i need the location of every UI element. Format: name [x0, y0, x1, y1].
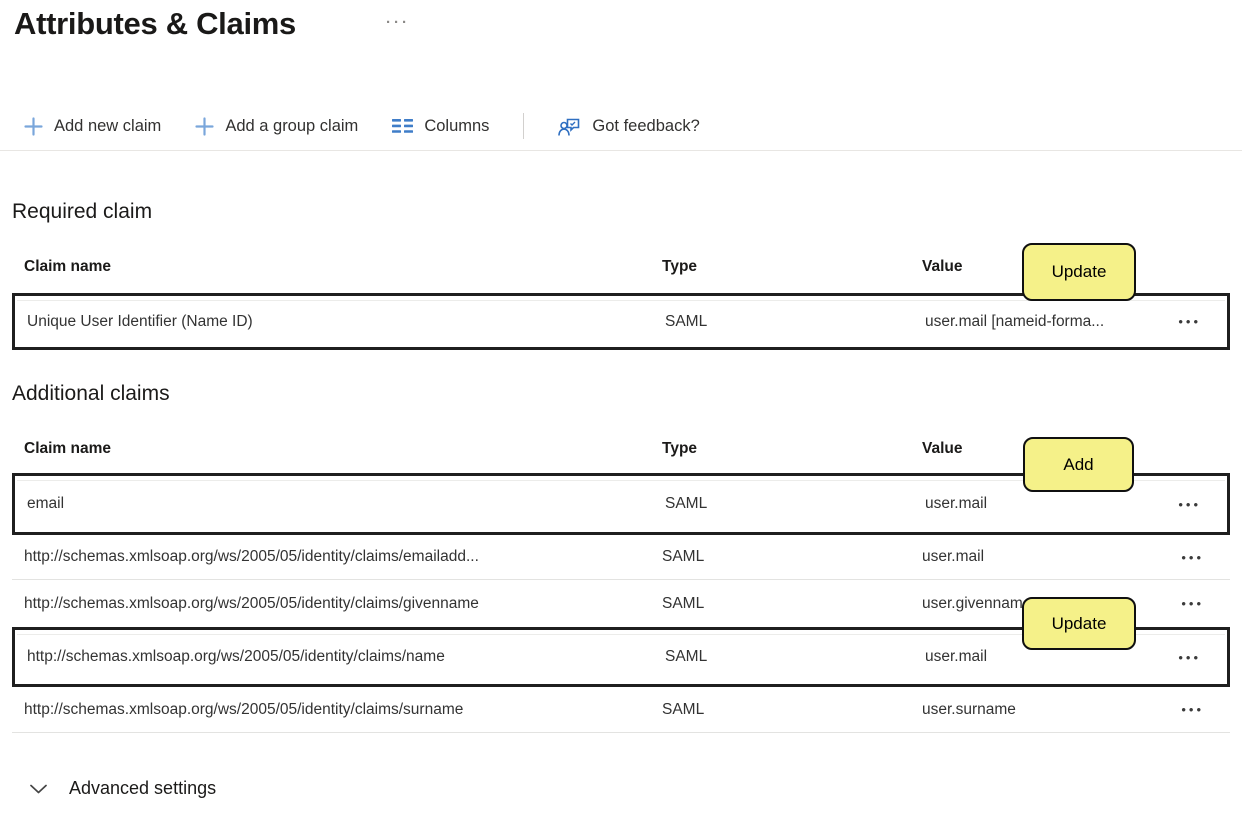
got-feedback-label: Got feedback?: [592, 116, 700, 135]
row-menu-icon[interactable]: •••: [1181, 550, 1230, 565]
add-group-claim-button[interactable]: Add a group claim: [195, 117, 358, 136]
claim-name-cell: Unique User Identifier (Name ID): [27, 312, 253, 330]
value-cell: user.surname: [922, 700, 1016, 718]
plus-icon: [195, 116, 214, 136]
claim-name-cell: http://schemas.xmlsoap.org/ws/2005/05/id…: [24, 548, 479, 565]
column-header-claim-name: Claim name: [24, 258, 112, 275]
attributes-claims-page: Attributes & Claims ··· Add new claim Ad…: [0, 0, 1242, 816]
advanced-settings-label: Advanced settings: [69, 778, 217, 798]
columns-label: Columns: [424, 116, 490, 135]
annotation-update-name-claim: Update: [1022, 597, 1136, 650]
toolbar-separator: [0, 150, 1242, 151]
annotation-update-required-claim: Update: [1022, 243, 1136, 301]
type-cell: SAML: [665, 312, 708, 330]
advanced-settings-toggle[interactable]: Advanced settings: [30, 778, 216, 799]
claim-name-cell: http://schemas.xmlsoap.org/ws/2005/05/id…: [24, 700, 464, 718]
add-group-claim-label: Add a group claim: [225, 116, 359, 135]
value-cell: user.mail: [922, 548, 985, 565]
row-menu-icon[interactable]: •••: [1178, 497, 1227, 512]
feedback-icon: [558, 116, 581, 137]
table-row-surname[interactable]: http://schemas.xmlsoap.org/ws/2005/05/id…: [12, 687, 1230, 733]
columns-icon: [392, 118, 414, 134]
value-cell: user.mail: [925, 495, 988, 512]
columns-button[interactable]: Columns: [392, 117, 489, 136]
row-menu-icon[interactable]: •••: [1178, 650, 1227, 665]
claim-name-cell: http://schemas.xmlsoap.org/ws/2005/05/id…: [27, 648, 445, 665]
row-menu-icon[interactable]: •••: [1181, 702, 1230, 717]
claim-name-cell: email: [27, 495, 65, 512]
toolbar: Add new claim Add a group claim Columns: [24, 104, 700, 148]
chevron-down-icon: [30, 784, 47, 794]
row-menu-icon[interactable]: •••: [1181, 596, 1230, 611]
plus-icon: [24, 116, 43, 136]
column-header-claim-name: Claim name: [24, 440, 112, 457]
got-feedback-button[interactable]: Got feedback?: [558, 116, 700, 137]
column-header-type: Type: [662, 440, 698, 457]
value-cell: user.mail [nameid-forma...: [925, 312, 1105, 330]
type-cell: SAML: [665, 495, 708, 512]
toolbar-divider: [523, 113, 525, 139]
type-cell: SAML: [665, 648, 708, 665]
annotation-add-email-claim: Add: [1023, 437, 1134, 492]
table-row-emailaddress[interactable]: http://schemas.xmlsoap.org/ws/2005/05/id…: [12, 535, 1230, 580]
value-cell: user.mail: [925, 648, 988, 665]
row-menu-icon[interactable]: •••: [1178, 314, 1227, 329]
table-row-unique-user-identifier[interactable]: Unique User Identifier (Name ID) SAML us…: [12, 293, 1230, 350]
type-cell: SAML: [662, 594, 705, 612]
type-cell: SAML: [662, 548, 705, 565]
column-header-type: Type: [662, 258, 698, 275]
add-new-claim-label: Add new claim: [54, 116, 162, 135]
claim-name-cell: http://schemas.xmlsoap.org/ws/2005/05/id…: [24, 594, 479, 612]
additional-claims-heading: Additional claims: [12, 382, 170, 405]
add-new-claim-button[interactable]: Add new claim: [24, 117, 161, 136]
title-context-menu-icon[interactable]: ···: [386, 14, 410, 31]
page-title: Attributes & Claims: [14, 6, 296, 41]
type-cell: SAML: [662, 700, 705, 718]
required-claim-heading: Required claim: [12, 200, 153, 223]
